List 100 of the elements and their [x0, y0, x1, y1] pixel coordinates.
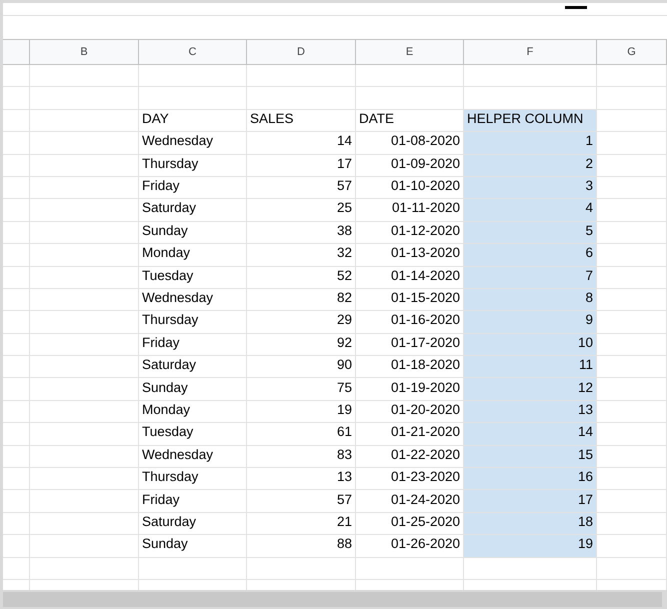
- table-cell: [597, 132, 667, 155]
- row-header[interactable]: [3, 512, 30, 536]
- row-header[interactable]: [3, 288, 30, 312]
- table-cell: 7: [464, 266, 597, 289]
- table-cell: [597, 266, 667, 289]
- table-cell: [597, 199, 667, 222]
- table-cell: Wednesday: [139, 446, 247, 468]
- table-cell: Friday: [139, 490, 247, 513]
- table-cell: 13: [247, 468, 356, 490]
- table-cell: [597, 311, 667, 334]
- column-header[interactable]: D: [247, 40, 356, 65]
- table-cell: [597, 400, 667, 424]
- row-header[interactable]: [3, 110, 30, 132]
- row-header[interactable]: [3, 222, 30, 244]
- column-header[interactable]: F: [464, 40, 597, 65]
- column-heading: DAY: [139, 110, 247, 132]
- table-cell: 15: [464, 446, 597, 468]
- table-cell: 75: [247, 378, 356, 401]
- table-cell: [597, 423, 667, 446]
- table-cell: [597, 535, 667, 558]
- row-header[interactable]: [3, 400, 30, 424]
- corner-cell[interactable]: [3, 40, 30, 65]
- row-header[interactable]: [3, 490, 30, 513]
- table-cell: 16: [464, 468, 597, 490]
- table-cell: 90: [247, 356, 356, 378]
- table-cell: [597, 446, 667, 468]
- row-header[interactable]: [3, 154, 30, 177]
- row-header[interactable]: [3, 311, 30, 334]
- row-header[interactable]: [3, 558, 30, 580]
- row-header[interactable]: [3, 356, 30, 378]
- table-cell: 21: [247, 512, 356, 536]
- table-cell: 52: [247, 266, 356, 289]
- row-header[interactable]: [3, 199, 30, 222]
- table-cell: Monday: [139, 244, 247, 267]
- row-header[interactable]: [3, 176, 30, 200]
- row-header[interactable]: [3, 132, 30, 155]
- table-cell: 14: [247, 132, 356, 155]
- table-cell: 25: [247, 199, 356, 222]
- table-cell: 2: [464, 154, 597, 177]
- table-cell: 8: [464, 288, 597, 312]
- table-cell: Monday: [139, 400, 247, 424]
- row-header[interactable]: [3, 468, 30, 490]
- table-cell: [597, 222, 667, 244]
- table-cell: 17: [464, 490, 597, 513]
- table-cell: 83: [247, 446, 356, 468]
- row-header[interactable]: [3, 266, 30, 289]
- table-cell: Thursday: [139, 311, 247, 334]
- table-cell: Sunday: [139, 535, 247, 558]
- table-cell: Wednesday: [139, 132, 247, 155]
- column-header[interactable]: C: [139, 40, 247, 65]
- table-cell: Saturday: [139, 199, 247, 222]
- table-cell: [597, 65, 667, 88]
- column-header[interactable]: B: [30, 40, 139, 65]
- table-cell: [597, 558, 667, 580]
- table-cell: 38: [247, 222, 356, 244]
- table-cell: 10: [464, 334, 597, 356]
- table-cell: Friday: [139, 176, 247, 200]
- table-cell: [597, 512, 667, 536]
- table-cell: 57: [247, 176, 356, 200]
- row-header[interactable]: [3, 334, 30, 356]
- table-cell: [597, 288, 667, 312]
- column-header[interactable]: G: [597, 40, 667, 65]
- table-cell: Wednesday: [139, 288, 247, 312]
- table-cell: [597, 468, 667, 490]
- row-header[interactable]: [3, 378, 30, 401]
- row-header[interactable]: [3, 535, 30, 558]
- table-cell: 32: [247, 244, 356, 267]
- row-header[interactable]: [3, 244, 30, 267]
- table-cell: 61: [247, 423, 356, 446]
- table-cell: 3: [464, 176, 597, 200]
- table-cell: 57: [247, 490, 356, 513]
- table-cell: 9: [464, 311, 597, 334]
- row-header[interactable]: [3, 446, 30, 468]
- table-cell: 5: [464, 222, 597, 244]
- table-cell: [597, 244, 667, 267]
- table-cell: Thursday: [139, 468, 247, 490]
- table-cell: 18: [464, 512, 597, 536]
- table-cell: 92: [247, 334, 356, 356]
- table-cell: 6: [464, 244, 597, 267]
- table-cell: [597, 490, 667, 513]
- table-cell: Sunday: [139, 378, 247, 401]
- table-cell: 88: [247, 535, 356, 558]
- table-cell: 19: [247, 400, 356, 424]
- table-cell: 11: [464, 356, 597, 378]
- column-header[interactable]: E: [356, 40, 464, 65]
- table-cell: Thursday: [139, 154, 247, 177]
- table-cell: [597, 334, 667, 356]
- table-cell: Tuesday: [139, 266, 247, 289]
- table-cell: 12: [464, 378, 597, 401]
- table-cell: 4: [464, 199, 597, 222]
- dash-icon: [565, 6, 587, 9]
- row-header[interactable]: [3, 87, 30, 110]
- row-header[interactable]: [3, 423, 30, 446]
- table-cell: 14: [464, 423, 597, 446]
- table-cell: [597, 356, 667, 378]
- table-cell: 19: [464, 535, 597, 558]
- table-cell: Friday: [139, 334, 247, 356]
- table-cell: Saturday: [139, 356, 247, 378]
- table-cell: [597, 378, 667, 401]
- row-header[interactable]: [3, 65, 30, 88]
